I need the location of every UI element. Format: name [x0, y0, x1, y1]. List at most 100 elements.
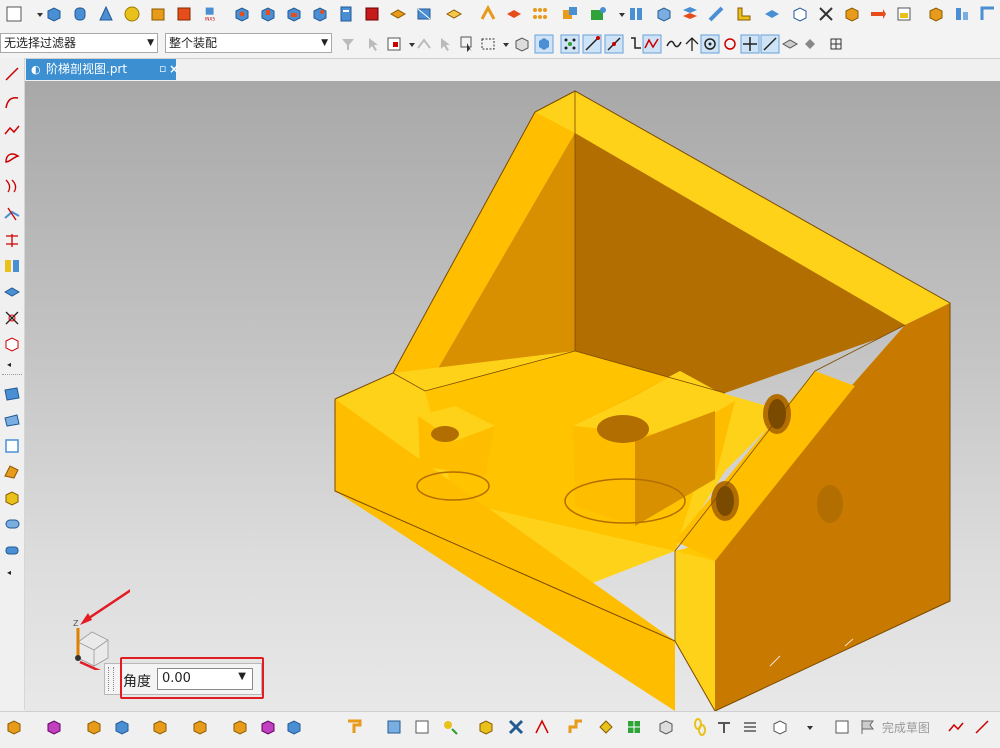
render-style-icon[interactable]	[512, 34, 532, 54]
assembly-scope-select[interactable]: 整个装配 ▼	[165, 33, 332, 53]
gdt-icon[interactable]	[740, 717, 760, 737]
line-icon[interactable]	[2, 64, 22, 84]
annotation-icon[interactable]	[566, 717, 586, 737]
orient-icon[interactable]	[952, 4, 972, 24]
grid-icon[interactable]	[826, 34, 846, 54]
rectangle-select-icon[interactable]	[478, 34, 498, 54]
combine-icon[interactable]	[560, 4, 580, 24]
assembly-constraint-icon[interactable]	[230, 717, 250, 737]
tab-document[interactable]: ◐ 阶梯剖视图.prt ▫ ×	[26, 58, 179, 80]
replace-face-icon[interactable]	[762, 4, 782, 24]
projected-view-icon[interactable]	[412, 717, 432, 737]
block-icon[interactable]	[44, 4, 64, 24]
surface-icon[interactable]	[2, 384, 22, 404]
profile-sketch-icon[interactable]	[946, 717, 966, 737]
line-sketch-icon[interactable]	[972, 717, 992, 737]
quadrant-point-icon[interactable]	[720, 34, 740, 54]
point-on-face-icon[interactable]	[780, 34, 800, 54]
move-component-icon[interactable]	[190, 717, 210, 737]
n-sided-surface-icon[interactable]	[2, 462, 22, 482]
offset-face-icon[interactable]	[706, 4, 726, 24]
slot-icon[interactable]	[336, 4, 356, 24]
dropdown-icon[interactable]	[30, 4, 43, 24]
snap-point-icon[interactable]	[560, 34, 580, 54]
view-icon[interactable]	[926, 4, 946, 24]
select-feature-icon[interactable]	[364, 34, 384, 54]
profile-icon[interactable]	[2, 120, 22, 140]
trim-curve-icon[interactable]	[2, 204, 22, 224]
swept-icon[interactable]	[2, 436, 22, 456]
section-view-icon[interactable]	[440, 717, 460, 737]
project-curve-icon[interactable]	[2, 282, 22, 302]
select-curve-icon[interactable]	[414, 34, 434, 54]
new-file-icon[interactable]	[4, 4, 24, 24]
table-icon[interactable]	[624, 717, 644, 737]
component-array-icon[interactable]	[112, 717, 132, 737]
chamfer-icon[interactable]	[790, 4, 810, 24]
through-curves-icon[interactable]	[2, 410, 22, 430]
sphere-icon[interactable]	[122, 4, 142, 24]
draft-icon[interactable]	[734, 4, 754, 24]
clearance-icon[interactable]	[284, 717, 304, 737]
sketch-icon[interactable]	[832, 717, 852, 737]
tangent-point-icon[interactable]	[682, 34, 702, 54]
mirror-icon[interactable]	[680, 4, 700, 24]
section-icon[interactable]	[626, 4, 646, 24]
extrude-icon[interactable]	[148, 4, 168, 24]
intersect-curve-icon[interactable]	[2, 308, 22, 328]
split-body-icon[interactable]	[654, 4, 674, 24]
fillet-sketch-icon[interactable]	[2, 148, 22, 168]
explode-view-icon[interactable]	[258, 717, 278, 737]
styled-sweep-icon[interactable]	[2, 488, 22, 508]
bounded-grid-icon[interactable]	[800, 34, 820, 54]
note-icon[interactable]	[596, 717, 616, 737]
trim-icon[interactable]	[588, 4, 608, 24]
offset-curve-icon[interactable]	[2, 176, 22, 196]
section-curve-icon[interactable]	[2, 334, 22, 354]
pocket-icon[interactable]	[284, 4, 304, 24]
cone-icon[interactable]	[96, 4, 116, 24]
curve-point-icon[interactable]	[642, 34, 662, 54]
weld-icon[interactable]	[656, 717, 676, 737]
sew-icon[interactable]	[894, 4, 914, 24]
detail-view-icon[interactable]	[476, 717, 496, 737]
point-on-curve-icon[interactable]	[760, 34, 780, 54]
sketch-view-icon[interactable]	[770, 717, 790, 737]
chain-icon[interactable]	[690, 717, 710, 737]
dropdown-icon[interactable]	[402, 34, 415, 54]
add-component-icon[interactable]	[44, 717, 64, 737]
extend-curve-icon[interactable]	[2, 230, 22, 250]
inx-icon[interactable]: INX5	[200, 4, 228, 24]
mirror-curve-icon[interactable]	[2, 256, 22, 276]
select-all-icon[interactable]	[458, 34, 478, 54]
filter-reset-icon[interactable]	[338, 34, 358, 54]
move-face-icon[interactable]	[868, 4, 888, 24]
more-arrow-icon[interactable]: ◂	[7, 360, 11, 369]
dropdown-icon[interactable]	[800, 717, 813, 737]
thicken-icon[interactable]	[478, 4, 498, 24]
pattern-icon[interactable]	[530, 4, 550, 24]
groove-icon[interactable]	[362, 4, 382, 24]
restore-icon[interactable]: ▫	[159, 58, 166, 79]
select-face-icon[interactable]	[384, 34, 404, 54]
datum-icon[interactable]	[714, 717, 734, 737]
dropdown-icon[interactable]	[612, 4, 625, 24]
shell-icon[interactable]	[504, 4, 524, 24]
drafting-icon[interactable]	[344, 717, 364, 737]
type-filter-select[interactable]: 无选择过滤器 ▼	[0, 33, 158, 53]
wave-link-icon[interactable]	[978, 4, 998, 24]
shaded-view-icon[interactable]	[534, 34, 554, 54]
pad-icon[interactable]	[310, 4, 330, 24]
cylinder-surface-icon[interactable]	[2, 540, 22, 560]
edge-blend-icon[interactable]	[842, 4, 862, 24]
mid-point-icon[interactable]	[604, 34, 624, 54]
assembly-icon[interactable]	[4, 717, 24, 737]
sheet-metal-icon[interactable]	[388, 4, 408, 24]
revolve-icon[interactable]	[174, 4, 194, 24]
select-body-icon[interactable]	[436, 34, 456, 54]
end-point-icon[interactable]	[582, 34, 602, 54]
face-icon[interactable]	[444, 4, 464, 24]
more-arrow-icon[interactable]: ◂	[7, 568, 11, 577]
mirror-assembly-icon[interactable]	[150, 717, 170, 737]
finish-sketch-button[interactable]: 完成草图	[858, 717, 930, 739]
